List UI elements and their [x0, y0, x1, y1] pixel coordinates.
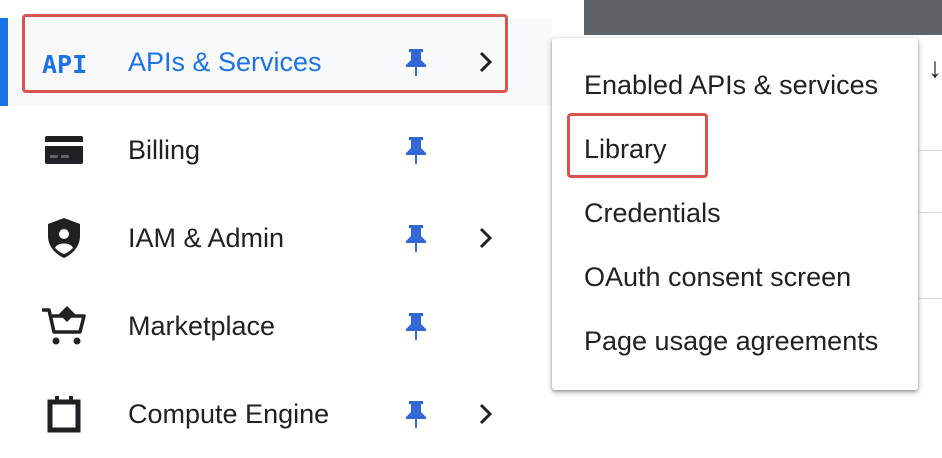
pin-icon[interactable] — [402, 399, 430, 429]
submenu-item-oauth-consent[interactable]: OAuth consent screen — [552, 246, 918, 310]
pin-icon[interactable] — [402, 135, 430, 165]
cart-icon — [40, 302, 88, 350]
billing-card-icon — [40, 126, 88, 174]
nav-item-marketplace[interactable]: Marketplace — [0, 282, 552, 370]
submenu-item-enabled-apis[interactable]: Enabled APIs & services — [552, 54, 918, 118]
pin-icon[interactable] — [402, 311, 430, 341]
submenu-item-label: Page usage agreements — [584, 326, 879, 356]
submenu-item-label: OAuth consent screen — [584, 262, 852, 292]
nav-item-billing[interactable]: Billing — [0, 106, 552, 194]
highlight-box — [22, 14, 508, 93]
chip-icon — [40, 396, 88, 444]
nav-item-compute-engine[interactable]: Compute Engine — [0, 370, 552, 458]
active-indicator — [0, 18, 8, 106]
submenu-item-page-usage[interactable]: Page usage agreements — [552, 310, 918, 374]
nav-item-label: Billing — [128, 135, 201, 165]
arrow-down-icon: ↓ — [928, 52, 942, 83]
nav-item-iam-admin[interactable]: IAM & Admin — [0, 194, 552, 282]
submenu-item-label: Credentials — [584, 198, 721, 228]
navigation-menu: API APIs & Services Billing IAM & Admin … — [0, 0, 584, 433]
nav-item-label: IAM & Admin — [128, 223, 285, 253]
apis-services-submenu: Enabled APIs & services Library Credenti… — [552, 38, 918, 390]
nav-item-label: Compute Engine — [128, 399, 330, 429]
nav-item-label: Marketplace — [128, 311, 276, 341]
shield-user-icon — [40, 214, 88, 262]
submenu-item-credentials[interactable]: Credentials — [552, 182, 918, 246]
chevron-right-icon — [476, 402, 496, 426]
chevron-right-icon — [476, 226, 496, 250]
submenu-item-label: Enabled APIs & services — [584, 70, 879, 100]
highlight-box — [567, 113, 708, 178]
pin-icon[interactable] — [402, 223, 430, 253]
